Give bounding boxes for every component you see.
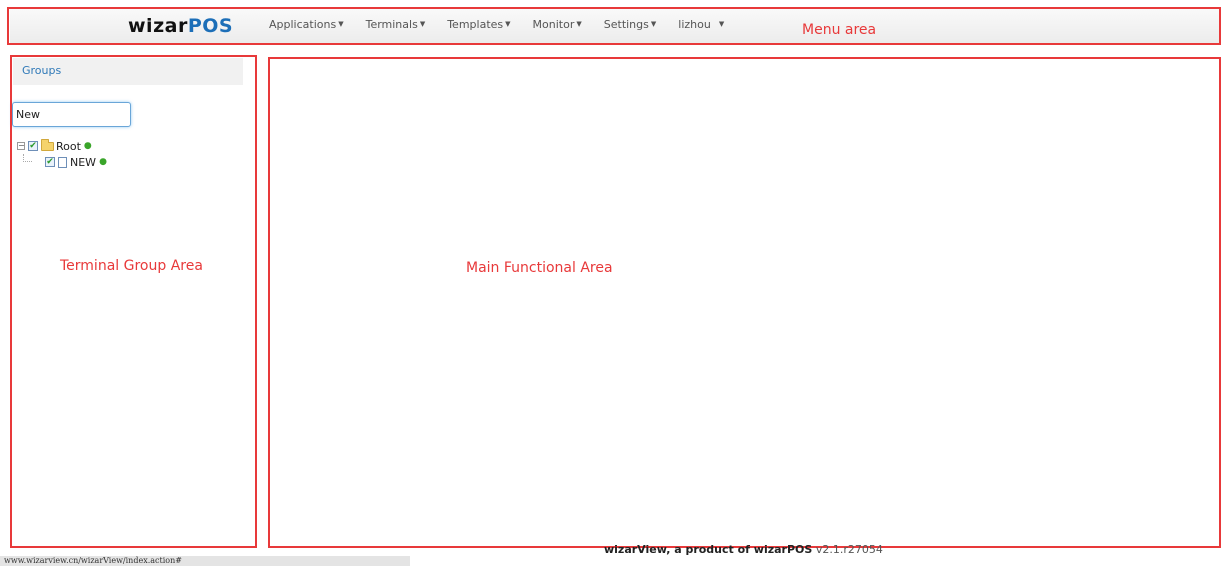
browser-status-bar: www.wizarview.cn/wizarView/index.action# xyxy=(0,556,410,566)
terminal-group-area-label: Terminal Group Area xyxy=(60,258,203,274)
menu-area-box xyxy=(7,7,1221,45)
menu-area-label: Menu area xyxy=(802,22,877,38)
main-functional-area-box xyxy=(268,57,1221,548)
status-url: www.wizarview.cn/wizarView/index.action# xyxy=(4,556,182,565)
main-functional-area-label: Main Functional Area xyxy=(466,260,613,276)
terminal-group-area-box xyxy=(10,55,257,548)
footer-version: v2.1.r27054 xyxy=(815,543,883,556)
footer-product: wizarView, a product of wizarPOS xyxy=(604,543,813,556)
footer-credit: wizarView, a product of wizarPOS v2.1.r2… xyxy=(604,543,883,556)
